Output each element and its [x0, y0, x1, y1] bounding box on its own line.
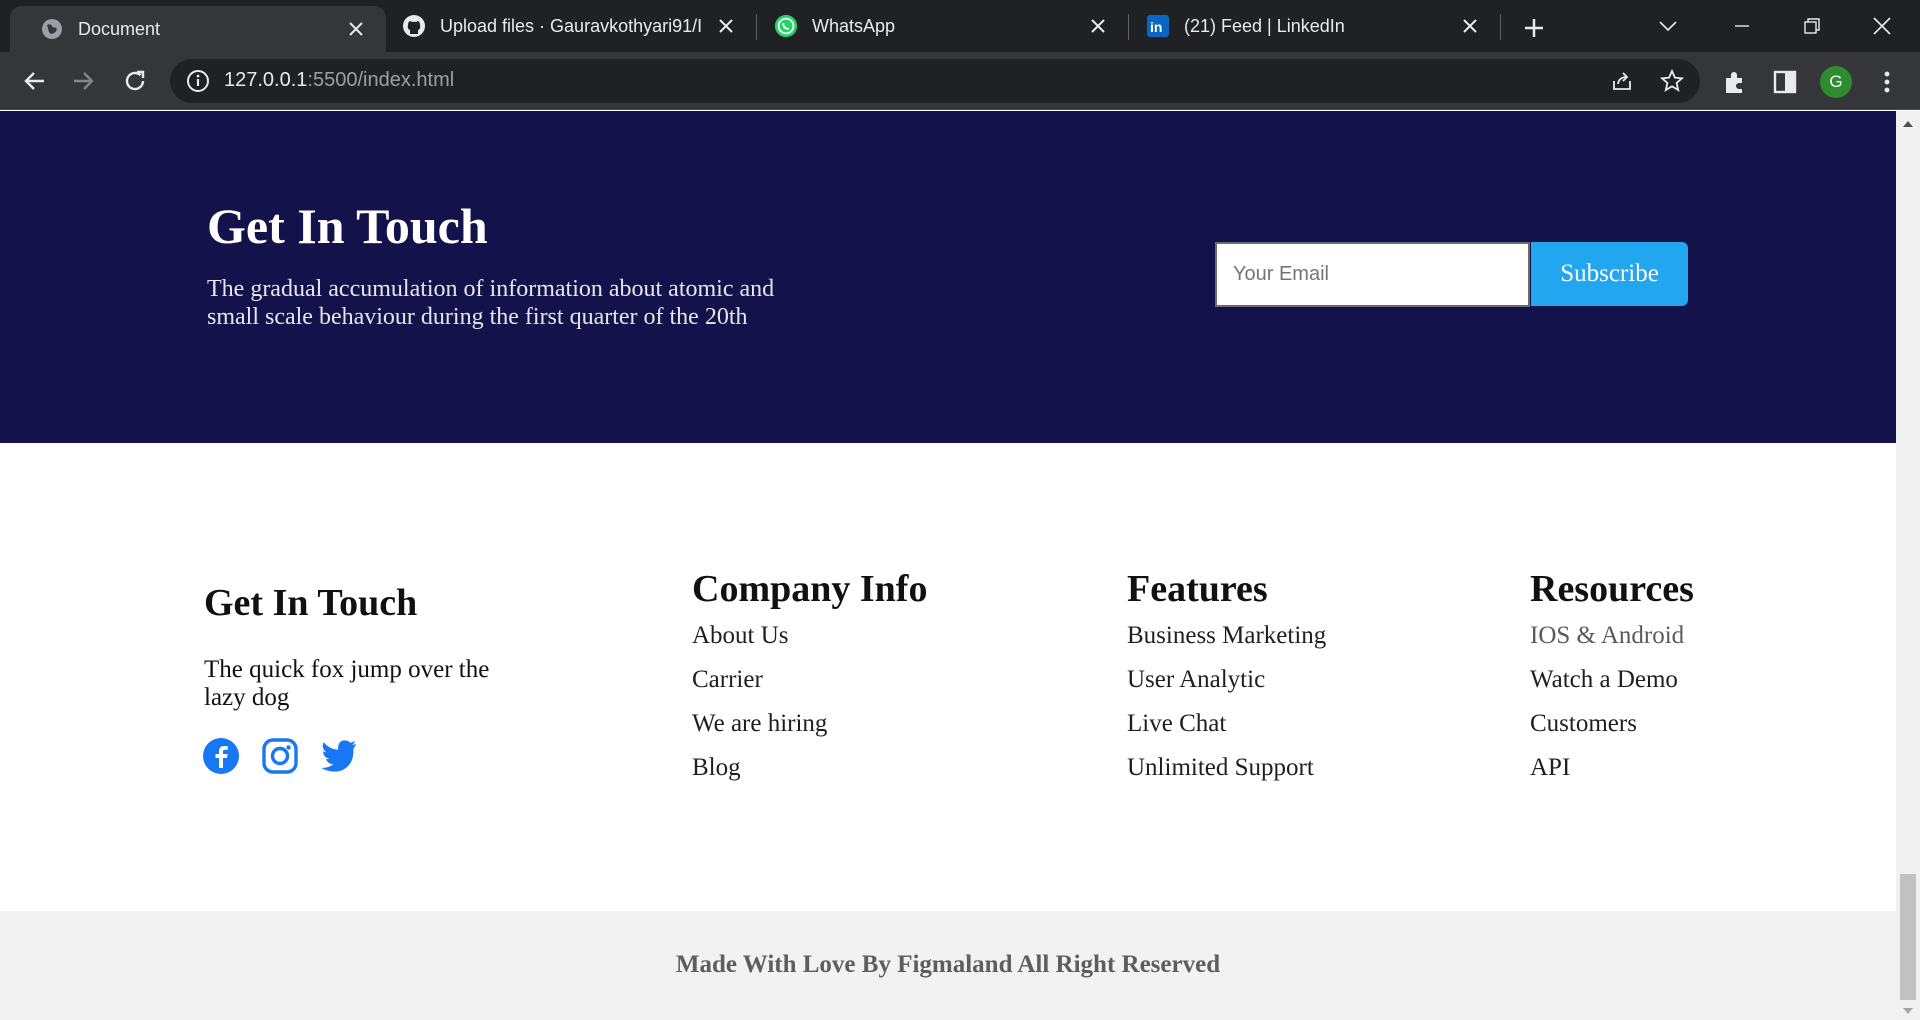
- footer-link-carrier[interactable]: Carrier: [692, 665, 827, 709]
- email-input[interactable]: [1215, 242, 1530, 307]
- tab-github[interactable]: Upload files · Gauravkothyari91/I: [386, 0, 756, 52]
- features-title: Features: [1127, 568, 1268, 610]
- scroll-up-icon[interactable]: [1902, 117, 1914, 129]
- footer-link-business-marketing[interactable]: Business Marketing: [1127, 621, 1326, 665]
- tab-title: Document: [78, 18, 161, 39]
- footer-link-user-analytic[interactable]: User Analytic: [1127, 665, 1326, 709]
- address-bar[interactable]: 127.0.0.1:5500/index.html: [170, 59, 1700, 103]
- subscribe-description: The gradual accumulation of information …: [207, 276, 775, 330]
- linkedin-icon: in: [1146, 14, 1170, 38]
- tab-search-button[interactable]: [1648, 8, 1688, 44]
- footer-link-ios-android[interactable]: IOS & Android: [1530, 621, 1684, 665]
- social-links: [202, 737, 358, 775]
- tab-title: Upload files · Gauravkothyari91/I: [440, 15, 703, 36]
- url-host: 127.0.0.1: [224, 69, 308, 91]
- resources-links: IOS & Android Watch a Demo Customers API: [1530, 621, 1684, 797]
- url-text: 127.0.0.1:5500/index.html: [224, 69, 454, 92]
- tab-separator: [1500, 14, 1501, 40]
- company-info-title: Company Info: [692, 568, 928, 610]
- tab-whatsapp[interactable]: WhatsApp: [758, 0, 1128, 52]
- back-button[interactable]: [16, 62, 54, 100]
- footer-about-title: Get In Touch: [204, 582, 418, 624]
- twitter-icon[interactable]: [320, 737, 358, 775]
- globe-icon: [40, 17, 64, 41]
- footer-link-blog[interactable]: Blog: [692, 753, 827, 797]
- chevron-down-icon: [1659, 21, 1677, 32]
- features-links: Business Marketing User Analytic Live Ch…: [1127, 621, 1326, 797]
- tab-separator: [1128, 14, 1129, 40]
- subscribe-title: Get In Touch: [207, 198, 488, 254]
- footer-link-about-us[interactable]: About Us: [692, 621, 827, 665]
- footer-link-hiring[interactable]: We are hiring: [692, 709, 827, 753]
- close-tab-icon[interactable]: [714, 14, 738, 38]
- extensions-icon[interactable]: [1722, 69, 1748, 95]
- footer-bottom-bar: Made With Love By Figmaland All Right Re…: [0, 911, 1896, 1020]
- footer-link-api[interactable]: API: [1530, 753, 1684, 797]
- github-icon: [402, 14, 426, 38]
- footer-link-live-chat[interactable]: Live Chat: [1127, 709, 1326, 753]
- footer-link-customers[interactable]: Customers: [1530, 709, 1684, 753]
- company-info-links: About Us Carrier We are hiring Blog: [692, 621, 827, 797]
- profile-avatar[interactable]: G: [1820, 66, 1852, 98]
- tab-title: WhatsApp: [812, 15, 896, 36]
- reload-icon: [125, 70, 145, 91]
- browser-toolbar: 127.0.0.1:5500/index.html G: [0, 52, 1920, 110]
- close-tab-icon[interactable]: [1086, 14, 1110, 38]
- scroll-down-icon[interactable]: [1902, 1004, 1914, 1016]
- forward-button[interactable]: [64, 62, 102, 100]
- reload-button[interactable]: [116, 62, 154, 100]
- tab-linkedin[interactable]: in (21) Feed | LinkedIn: [1130, 0, 1500, 52]
- instagram-icon[interactable]: [261, 737, 299, 775]
- scrollbar-thumb[interactable]: [1900, 874, 1916, 1000]
- svg-text:in: in: [1150, 19, 1162, 35]
- vertical-scrollbar[interactable]: [1896, 111, 1920, 1020]
- facebook-icon[interactable]: [202, 737, 240, 775]
- page-viewport: Get In Touch The gradual accumulation of…: [0, 111, 1896, 1020]
- whatsapp-icon: [774, 14, 798, 38]
- close-icon: [1873, 17, 1891, 35]
- footer-about-text: The quick fox jump over the lazy dog: [204, 656, 490, 711]
- copyright-text: Made With Love By Figmaland All Right Re…: [675, 951, 1221, 978]
- restore-icon: [1804, 18, 1820, 34]
- minimize-button[interactable]: [1722, 8, 1762, 44]
- side-panel-icon[interactable]: [1772, 69, 1798, 95]
- minimize-icon: [1735, 25, 1749, 27]
- more-menu-icon[interactable]: [1874, 69, 1900, 95]
- bookmark-star-icon[interactable]: [1659, 68, 1685, 93]
- close-window-button[interactable]: [1862, 8, 1902, 44]
- arrow-left-icon: [24, 72, 44, 90]
- plus-icon: [1525, 19, 1543, 37]
- restore-button[interactable]: [1792, 8, 1832, 44]
- new-tab-button[interactable]: [1518, 12, 1550, 44]
- tab-separator: [756, 14, 757, 40]
- share-icon[interactable]: [1610, 69, 1634, 93]
- footer-link-unlimited-support[interactable]: Unlimited Support: [1127, 753, 1326, 797]
- resources-title: Resources: [1530, 568, 1694, 610]
- tab-title: (21) Feed | LinkedIn: [1184, 15, 1345, 36]
- browser-tab-strip: Document Upload files · Gauravkothyari91…: [0, 0, 1920, 52]
- url-path: :5500/index.html: [307, 69, 455, 91]
- tab-document[interactable]: Document: [10, 6, 386, 52]
- arrow-right-icon: [74, 72, 94, 90]
- subscribe-section: Get In Touch The gradual accumulation of…: [0, 111, 1896, 443]
- close-tab-icon[interactable]: [1458, 14, 1482, 38]
- subscribe-button[interactable]: Subscribe: [1531, 242, 1688, 306]
- close-tab-icon[interactable]: [344, 17, 368, 41]
- footer-link-watch-demo[interactable]: Watch a Demo: [1530, 665, 1684, 709]
- site-info-icon[interactable]: [186, 69, 210, 93]
